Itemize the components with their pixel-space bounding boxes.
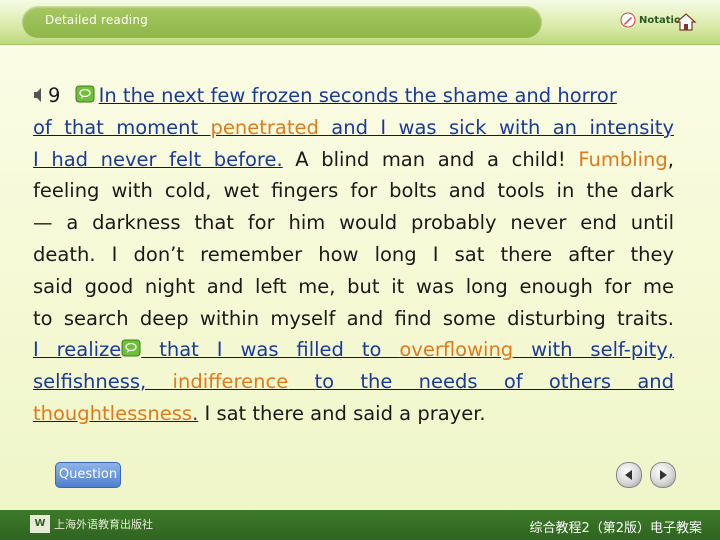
triangle-right-icon (660, 470, 667, 480)
paragraph-line: 9 In the next few frozen seconds the sha… (33, 80, 674, 112)
header-bar: Detailed reading Notation (0, 0, 720, 45)
line-text: — a darkness that for him would probably… (33, 207, 674, 239)
paragraph-line: to search deep within myself and find so… (33, 303, 674, 335)
text-segment: — a darkness that for him would probably… (33, 211, 674, 235)
line-text: I realize that I was filled to overflowi… (33, 334, 674, 366)
note-bubble-icon[interactable] (75, 81, 95, 113)
text-segment: with self-pity, (513, 338, 675, 362)
line-text: said good night and left me, but it was … (33, 271, 674, 303)
line-text: feeling with cold, wet fingers for bolts… (33, 175, 674, 207)
line-text: 9 In the next few frozen seconds the sha… (33, 84, 617, 107)
text-segment: A blind man and a child! (282, 147, 579, 171)
text-segment: to the needs of others and (288, 370, 675, 394)
book-title: 综合教程2（第2版）电子教案 (529, 521, 702, 536)
paragraph-9: 9 In the next few frozen seconds the sha… (33, 80, 674, 430)
vocab-highlight[interactable]: thoughtlessness (33, 402, 192, 425)
line-text: selfishness, indifference to the needs o… (33, 366, 674, 398)
text-segment: I had never felt before. (33, 147, 283, 171)
paragraph-line: selfishness, indifference to the needs o… (33, 366, 674, 398)
publisher-logo: W (30, 515, 50, 533)
paragraph-line: of that moment penetrated and I was sick… (33, 112, 674, 144)
paragraph-line: said good night and left me, but it was … (33, 271, 674, 303)
line-text: of that moment penetrated and I was sick… (33, 112, 674, 144)
text-segment: death. I don’t remember how long I sat t… (33, 242, 674, 266)
vocab-highlight[interactable]: penetrated (211, 116, 319, 139)
text-segment: and I was sick with an intensity (318, 115, 674, 139)
pencil-icon (620, 12, 636, 28)
text-segment: I sat there and said a prayer. (198, 401, 486, 425)
paragraph-line: death. I don’t remember how long I sat t… (33, 239, 674, 271)
paragraph-number: 9 (48, 84, 67, 107)
text-segment: In the next few frozen seconds the shame… (98, 84, 617, 107)
paragraph-line: — a darkness that for him would probably… (33, 207, 674, 239)
vocab-highlight[interactable]: Fumbling (578, 148, 667, 171)
paragraph-line: I had never felt before. A blind man and… (33, 144, 674, 176)
speaker-icon[interactable] (33, 81, 45, 113)
paragraph-line: feeling with cold, wet fingers for bolts… (33, 175, 674, 207)
paragraph-line: thoughtlessness. I sat there and said a … (33, 398, 674, 430)
section-title: Detailed reading (45, 13, 148, 27)
question-button[interactable]: Question (55, 462, 121, 488)
home-icon[interactable] (675, 11, 697, 33)
triangle-left-icon (625, 470, 632, 480)
text-segment: that I was filled to (141, 338, 400, 362)
next-button[interactable] (650, 462, 676, 488)
prev-button[interactable] (616, 462, 642, 488)
text-segment: I realize (33, 338, 122, 362)
vocab-highlight[interactable]: overflowing (399, 338, 513, 361)
text-segment: of that moment (33, 115, 211, 139)
publisher-name: 上海外语教育出版社 (54, 518, 153, 531)
vocab-highlight[interactable]: indifference (173, 370, 289, 393)
note-bubble-icon[interactable] (121, 335, 141, 367)
text-segment: said good night and left me, but it was … (33, 274, 674, 298)
text-segment: , (667, 147, 674, 171)
text-segment: selfishness, (33, 370, 173, 394)
line-text: to search deep within myself and find so… (33, 303, 674, 335)
publisher-info: W 上海外语教育出版社 (30, 515, 153, 533)
text-segment: to search deep within myself and find so… (33, 306, 674, 330)
paragraph-line: I realize that I was filled to overflowi… (33, 334, 674, 366)
line-text: death. I don’t remember how long I sat t… (33, 239, 674, 271)
text-segment: feeling with cold, wet fingers for bolts… (33, 179, 674, 203)
line-text: thoughtlessness. I sat there and said a … (33, 402, 486, 425)
line-text: I had never felt before. A blind man and… (33, 144, 674, 176)
